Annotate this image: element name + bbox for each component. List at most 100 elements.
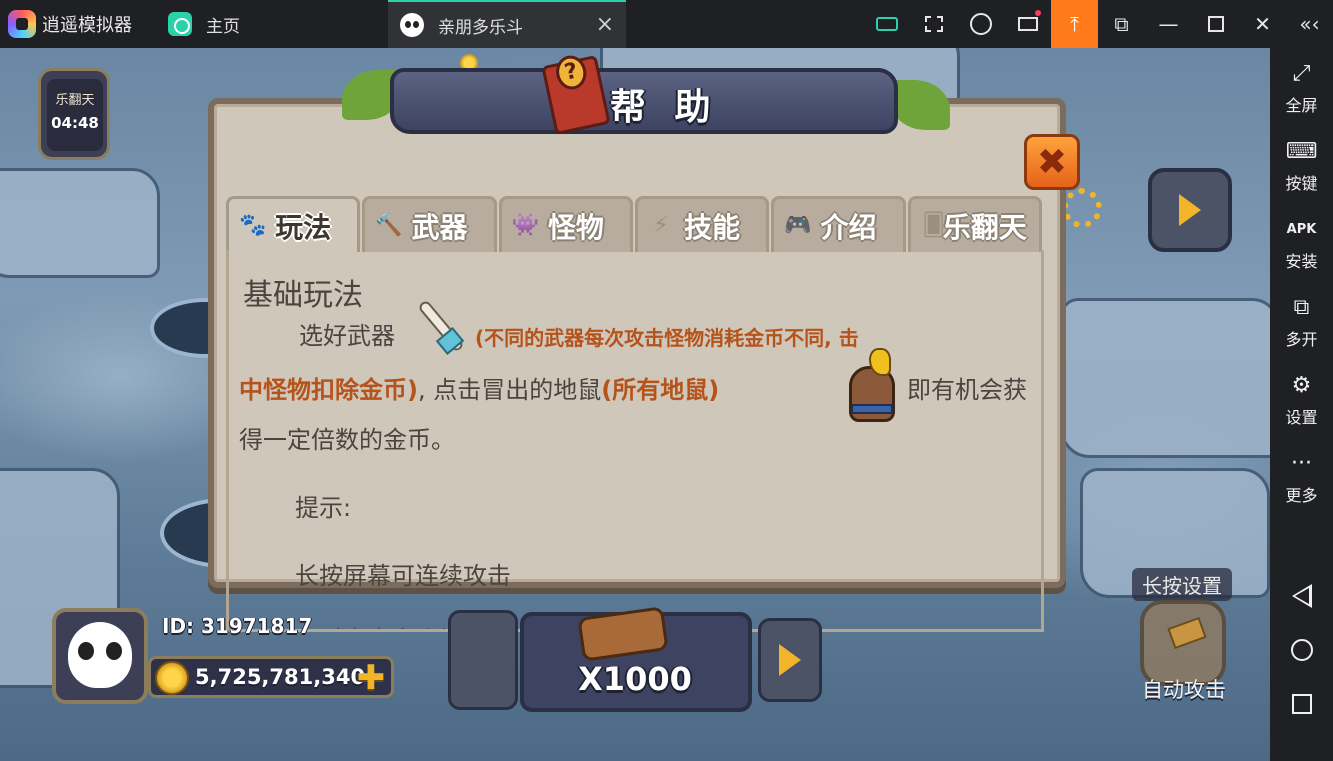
bone-weapon-icon [405, 292, 475, 362]
tab-label: 介绍 [820, 210, 877, 244]
back-triangle-icon [1291, 584, 1312, 608]
body-text: , 点击冒出的地鼠 [417, 376, 602, 404]
monster-icon: 👾 [511, 213, 540, 238]
bonus-timer[interactable]: 乐翻天 04:48 [38, 68, 110, 160]
title-bar: 逍遥模拟器 主页 亲朋多乐斗 × ⤒ ⧉ — ✕ «‹ [0, 0, 1333, 48]
bet-multiplier: X1000 [578, 660, 692, 698]
help-content[interactable]: 基础玩法 选好武器 (不同的武器每次攻击怪物消耗金币不同, 击 中怪物扣除金币)… [226, 250, 1044, 632]
account-button[interactable] [957, 0, 1004, 48]
sidebar-item-label: 多开 [1285, 330, 1318, 349]
tab-skills[interactable]: ⚡ 技能 [634, 196, 770, 252]
maximize-button[interactable] [1192, 0, 1239, 48]
mole-icon [841, 348, 901, 426]
gear-icon [1062, 188, 1102, 228]
sidebar-item-label: 安装 [1285, 252, 1318, 271]
gamepad-icon: 🎮 [784, 213, 812, 238]
notification-dot [1035, 10, 1041, 16]
long-press-hint: 长按设置 [1132, 568, 1232, 601]
brand: 逍遥模拟器 [0, 0, 156, 48]
sidebar-item-label: 更多 [1285, 486, 1318, 505]
sidebar-item-more[interactable]: ··· 更多 [1270, 450, 1333, 506]
tab-close-icon[interactable]: × [596, 14, 614, 36]
dialog-close-button[interactable]: ✖ [1024, 134, 1080, 190]
sidebar-item-settings[interactable]: ⚙ 设置 [1270, 372, 1333, 428]
tab-intro[interactable]: 🎮 介绍 [771, 196, 906, 252]
collapse-chevron-icon: «‹ [1299, 12, 1320, 36]
hammer-icon: 🔨 [375, 213, 403, 238]
maximize-icon [1207, 16, 1224, 32]
sidebar-item-label: 全屏 [1285, 96, 1318, 115]
content-line-2: 中怪物扣除金币), 点击冒出的地鼠(所有地鼠) [239, 370, 719, 405]
sidebar-item-fullscreen[interactable]: ⤢ 全屏 [1270, 60, 1333, 116]
mini-window-button[interactable]: ⧉ [1098, 0, 1145, 48]
close-icon: ✕ [1254, 12, 1271, 36]
paw-icon: 🐾 [239, 213, 267, 238]
panda-icon [400, 13, 424, 37]
gold-coin-icon [155, 661, 189, 695]
upload-arrow-icon: ⤒ [1070, 12, 1079, 36]
tip-1: 长按屏幕可连续攻击 [295, 562, 511, 590]
highlight-text: (所有地鼠) [601, 376, 720, 404]
gamepad-mode-button[interactable] [863, 0, 910, 48]
close-x-icon: ✖ [1036, 141, 1068, 183]
collapse-sidebar-button[interactable]: «‹ [1286, 0, 1333, 48]
screenshot-icon [924, 16, 943, 32]
window-tools: ⤒ ⧉ — ✕ «‹ [863, 0, 1333, 48]
content-line-3: 得一定倍数的金币。 [239, 426, 455, 454]
tab-gameplay[interactable]: 🐾 玩法 [226, 196, 361, 252]
android-recents-button[interactable] [1270, 684, 1333, 724]
next-arrow-button[interactable] [1148, 168, 1232, 252]
android-home-button[interactable] [1270, 630, 1333, 670]
add-coins-button[interactable]: ✚ [356, 661, 386, 695]
tab-lefantian[interactable]: 🂠 乐翻天 [907, 196, 1042, 252]
sidebar-item-keymap[interactable]: ⌨ 按键 [1270, 138, 1333, 194]
weapon-prev-button[interactable] [448, 610, 518, 710]
upload-button[interactable]: ⤒ [1051, 0, 1098, 48]
dialog-title: 帮 助 [610, 87, 719, 128]
sidebar-item-multi[interactable]: ⧉ 多开 [1270, 294, 1333, 350]
tab-home[interactable]: 主页 [156, 0, 388, 48]
tab-game[interactable]: 亲朋多乐斗 × [388, 0, 626, 48]
apk-icon: APK [1286, 222, 1317, 237]
content-line-1b: (不同的武器每次攻击怪物消耗金币不同, 击 [475, 326, 859, 350]
tab-weapons[interactable]: 🔨 武器 [362, 196, 497, 252]
android-back-button[interactable] [1270, 576, 1333, 616]
home-circle-icon [1290, 639, 1313, 661]
tab-home-label: 主页 [206, 16, 240, 37]
more-dots-icon: ··· [1291, 451, 1312, 476]
tab-label: 乐翻天 [942, 210, 1027, 244]
user-icon [969, 13, 992, 35]
player-avatar[interactable] [52, 608, 148, 704]
settings-gear-icon: ⚙ [1291, 373, 1312, 398]
mini-window-icon: ⧉ [1114, 12, 1129, 36]
timer-title: 乐翻天 [55, 93, 95, 108]
coin-amount: 5,725,781,340 [195, 665, 366, 689]
content-line-1a: 选好武器 [299, 322, 395, 350]
tab-monsters[interactable]: 👾 怪物 [498, 196, 633, 252]
play-arrow-icon [1179, 194, 1201, 226]
weapon-next-button[interactable] [758, 618, 822, 702]
sidebar-item-label: 按键 [1285, 174, 1318, 193]
dialog-title-banner: ? 帮 助 [342, 52, 950, 178]
screenshot-button[interactable] [910, 0, 957, 48]
app-logo-icon [8, 10, 36, 38]
help-tabs: 🐾 玩法 🔨 武器 👾 怪物 ⚡ 技能 🎮 介绍 🂠 乐翻天 [226, 196, 1044, 252]
minimize-button[interactable]: — [1145, 0, 1192, 48]
timer-time: 04:48 [51, 114, 99, 132]
sidebar-item-install[interactable]: APK 安装 [1270, 216, 1333, 272]
timer-inner: 乐翻天 04:48 [47, 79, 103, 151]
close-window-button[interactable]: ✕ [1239, 0, 1286, 48]
tip-label: 提示: [295, 494, 352, 522]
ice-rock [0, 168, 160, 278]
content-heading: 基础玩法 [243, 278, 363, 313]
tab-label: 玩法 [275, 210, 332, 244]
mail-button[interactable] [1004, 0, 1051, 48]
tab-game-label: 亲朋多乐斗 [438, 17, 523, 38]
brand-name: 逍遥模拟器 [42, 15, 132, 36]
lightning-icon: ⚡ [653, 213, 669, 238]
ice-rock [1060, 298, 1270, 458]
fullscreen-icon: ⤢ [1292, 61, 1311, 86]
auto-attack-label: 自动攻击 [1142, 678, 1226, 702]
recents-square-icon [1291, 694, 1312, 714]
home-icon [168, 12, 192, 36]
